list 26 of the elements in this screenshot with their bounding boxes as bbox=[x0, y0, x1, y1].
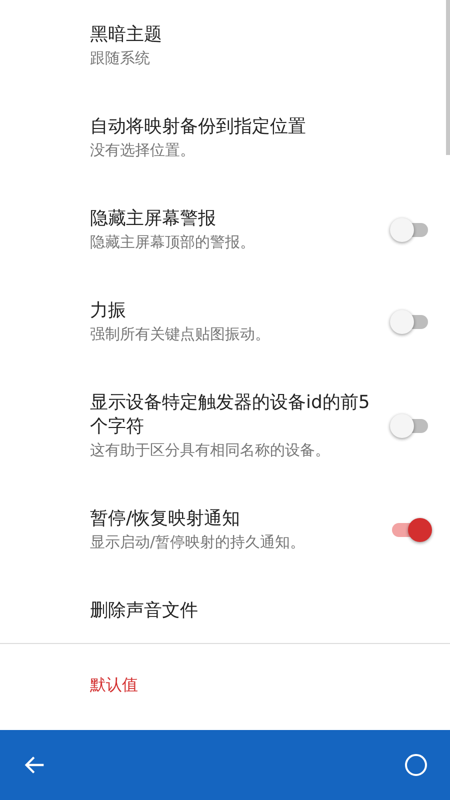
setting-title: 暂停/恢复映射通知 bbox=[90, 507, 242, 531]
toggle-switch[interactable] bbox=[390, 310, 430, 334]
settings-item[interactable]: 删除声音文件 bbox=[0, 576, 450, 646]
setting-summary: 隐藏主屏幕顶部的警报。 bbox=[90, 232, 256, 253]
settings-item[interactable]: 力振 强制所有关键点贴图振动。 bbox=[0, 276, 450, 368]
settings-item[interactable]: 暂停/恢复映射通知 显示启动/暂停映射的持久通知。 bbox=[0, 484, 450, 576]
help-button[interactable] bbox=[404, 753, 428, 777]
settings-item[interactable]: 显示设备特定触发器的设备id的前5个字符 这有助于区分具有相同名称的设备。 bbox=[0, 368, 450, 484]
settings-item[interactable]: 自动将映射备份到指定位置 没有选择位置。 bbox=[0, 92, 450, 184]
setting-summary: 强制所有关键点贴图振动。 bbox=[90, 324, 271, 345]
setting-title: 隐藏主屏幕警报 bbox=[90, 207, 217, 231]
setting-summary: 跟随系统 bbox=[90, 48, 151, 69]
setting-title: 自动将映射备份到指定位置 bbox=[90, 115, 307, 139]
toggle-switch[interactable] bbox=[390, 414, 430, 438]
setting-summary: 显示启动/暂停映射的持久通知。 bbox=[90, 532, 306, 553]
setting-summary: 没有选择位置。 bbox=[90, 140, 196, 161]
toggle-switch[interactable] bbox=[390, 218, 430, 242]
setting-title: 力振 bbox=[90, 299, 127, 323]
setting-title: 显示设备特定触发器的设备id的前5个字符 bbox=[90, 391, 370, 439]
settings-item[interactable]: 隐藏主屏幕警报 隐藏主屏幕顶部的警报。 bbox=[0, 184, 450, 276]
settings-item[interactable]: 黑暗主题 跟随系统 bbox=[0, 0, 450, 92]
setting-summary: 这有助于区分具有相同名称的设备。 bbox=[90, 440, 331, 461]
setting-title: 黑暗主题 bbox=[90, 23, 163, 47]
setting-title: 删除声音文件 bbox=[90, 599, 199, 623]
category-header: 默认值 bbox=[89, 674, 139, 696]
toggle-switch[interactable] bbox=[390, 518, 430, 542]
